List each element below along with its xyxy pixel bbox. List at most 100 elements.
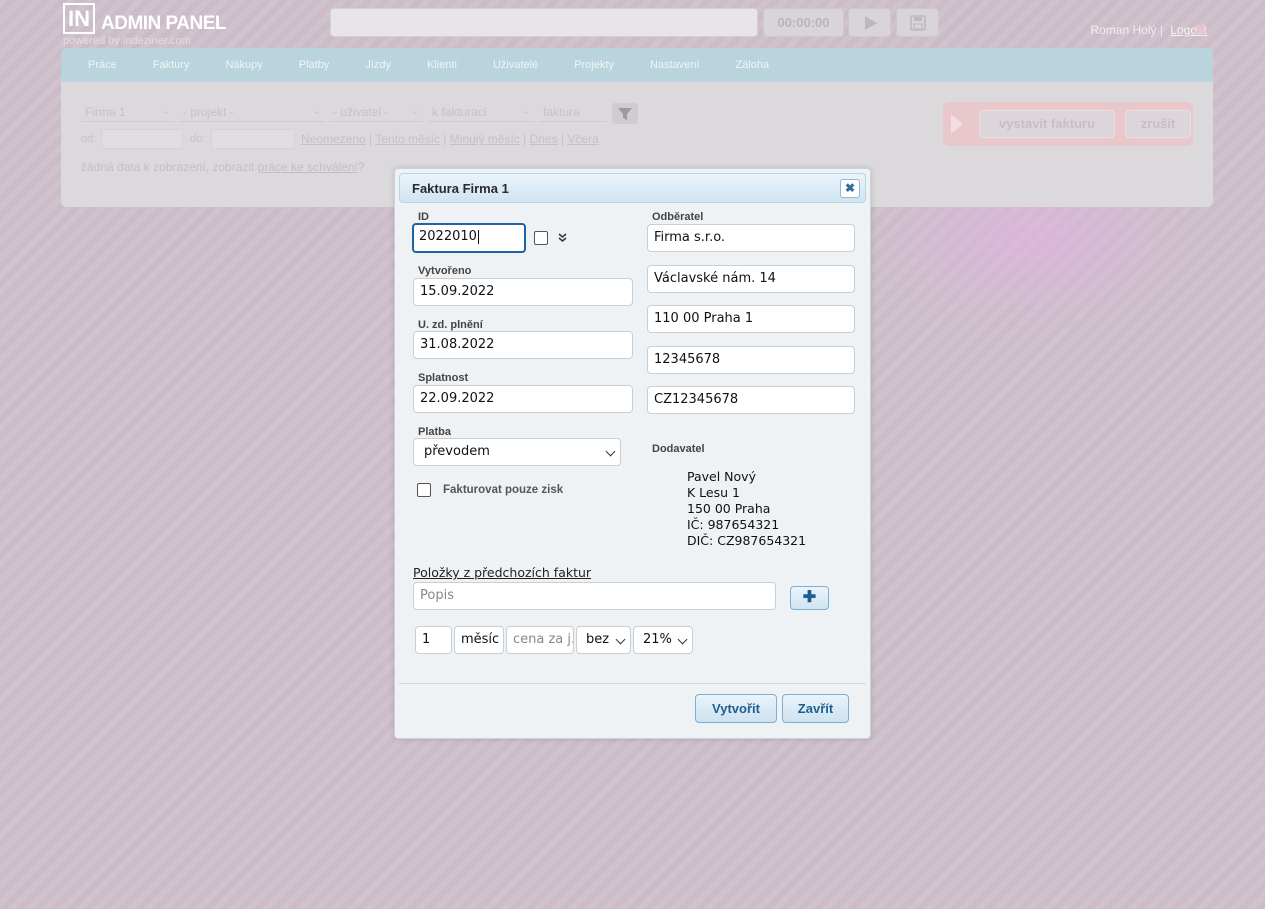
range-link-today[interactable]: Dnes	[530, 132, 558, 146]
filter-button[interactable]	[612, 103, 638, 124]
customer-city-input[interactable]: 110 00 Praha 1	[647, 305, 855, 333]
close-icon: ✖	[844, 181, 856, 195]
dialog-footer-divider	[399, 683, 866, 684]
nav-item-platby[interactable]: Platby	[299, 59, 330, 71]
item-price-input[interactable]: cena za j.	[506, 626, 574, 654]
logo-subtitle: powered by indeziner.com	[63, 35, 191, 47]
dialog-header: Faktura Firma 1 ✖	[399, 173, 866, 203]
range-link-yesterday[interactable]: Včera	[567, 132, 598, 146]
supplier-dic: DIČ: CZ987654321	[687, 533, 807, 548]
chevron-down-icon	[677, 634, 688, 645]
date-range-links: Neomezeno | Tento měsíc | Minulý měsíc |…	[301, 132, 599, 146]
floppy-disk-icon	[909, 14, 926, 31]
dialog-title: Faktura Firma 1	[412, 181, 509, 196]
pending-work-link[interactable]: práce ke schválení	[258, 160, 358, 174]
logout-x-icon[interactable]: ✖	[1193, 22, 1207, 39]
plus-icon: ✚	[802, 589, 817, 606]
supplier-name: Pavel Nový	[687, 469, 756, 484]
add-item-button[interactable]: ✚	[790, 586, 829, 610]
customer-ic-input[interactable]: 12345678	[647, 346, 855, 374]
play-button[interactable]	[848, 8, 891, 37]
project-select-value: - projekt -	[183, 105, 234, 119]
from-date-input[interactable]	[101, 129, 183, 149]
create-button[interactable]: Vytvořit	[695, 694, 777, 723]
profit-only-label[interactable]: Fakturovat pouze zisk	[443, 484, 563, 496]
id-value: 2022010	[419, 229, 477, 244]
id-checkbox[interactable]	[534, 231, 548, 245]
profit-only-checkbox[interactable]	[417, 483, 431, 497]
chevron-down-icon: ⌄	[161, 106, 170, 117]
customer-name-input[interactable]: Firma s.r.o.	[647, 224, 855, 252]
supplier-city: 150 00 Praha	[687, 501, 771, 516]
invoice-action-bar: vystavit fakturu zrušit	[943, 102, 1193, 146]
due-date-input[interactable]: 22.09.2022	[413, 385, 633, 413]
item-description-input[interactable]: Popis	[413, 582, 776, 610]
no-data-message: žádná data k zobrazení, zobrazit práce k…	[81, 160, 365, 174]
play-icon	[864, 15, 877, 30]
text-caret	[477, 229, 479, 244]
payment-label: Platba	[418, 426, 452, 438]
customer-dic-input[interactable]: CZ12345678	[647, 386, 855, 414]
nav-item-nastaveni[interactable]: Nastavení	[650, 59, 700, 71]
nav-item-jizdy[interactable]: Jízdy	[365, 59, 391, 71]
previous-items-link[interactable]: Položky z předchozích faktur	[413, 565, 591, 580]
logo-box: IN	[63, 3, 95, 34]
logo-title: ADMIN PANEL	[101, 13, 227, 34]
supplier-details: Pavel Nový K Lesu 1 150 00 Praha IČ: 987…	[687, 469, 806, 549]
chevron-down-icon: ⌄	[521, 106, 530, 117]
no-data-end: ?	[357, 160, 365, 174]
nav-item-uzivatele[interactable]: Uživatelé	[493, 59, 538, 71]
main-nav: Práce Faktury Nákupy Platby Jízdy Klient…	[61, 48, 1213, 82]
nav-item-nakupy[interactable]: Nákupy	[225, 59, 262, 71]
filter-icon	[618, 107, 632, 120]
company-select-value: Firma 1	[85, 105, 126, 119]
item-quantity-input[interactable]: 1	[415, 626, 452, 654]
vat-mode-select[interactable]: bez	[576, 626, 631, 654]
timer-display: 00:00:00	[763, 8, 844, 37]
vat-rate-select[interactable]: 21%	[633, 626, 693, 654]
chevron-down-icon: ⌄	[312, 106, 321, 117]
supplier-ic: IČ: 987654321	[687, 517, 780, 532]
close-button[interactable]: Zavřít	[782, 694, 849, 723]
to-label: do:	[190, 133, 206, 145]
dialog-close-button[interactable]: ✖	[840, 179, 860, 198]
id-label: ID	[418, 211, 429, 223]
user-select-value: - uživatel -	[333, 105, 389, 119]
double-chevron-down-icon[interactable]	[558, 233, 567, 246]
invoice-filter-input[interactable]: faktura	[539, 102, 607, 122]
to-date-input[interactable]	[211, 129, 295, 149]
vat-rate-value: 21%	[643, 632, 672, 647]
supplier-street: K Lesu 1	[687, 485, 740, 500]
state-select-value: k fakturaci	[432, 105, 487, 119]
id-input[interactable]: 2022010	[412, 223, 526, 253]
due-date-label: Splatnost	[418, 372, 469, 384]
created-label: Vytvořeno	[418, 265, 472, 277]
range-link-unlimited[interactable]: Neomezeno	[301, 132, 366, 146]
no-data-text: žádná data k zobrazení, zobrazit	[81, 160, 258, 174]
range-link-this-month[interactable]: Tento měsíc	[375, 132, 440, 146]
double-chevron-svg	[558, 233, 567, 242]
tax-date-input[interactable]: 31.08.2022	[413, 331, 633, 359]
company-select[interactable]: Firma 1 ⌄	[81, 102, 174, 122]
user-name: Roman Holý |	[1090, 23, 1163, 37]
customer-street-input[interactable]: Václavské nám. 14	[647, 265, 855, 293]
save-timer-button[interactable]	[896, 8, 939, 37]
nav-item-zaloha[interactable]: Záloha	[736, 59, 770, 71]
range-link-last-month[interactable]: Minulý měsíc	[450, 132, 520, 146]
state-select[interactable]: k fakturaci ⌄	[428, 102, 534, 122]
nav-item-klienti[interactable]: Klienti	[427, 59, 457, 71]
payment-select-value: převodem	[424, 444, 490, 459]
created-date-input[interactable]: 15.09.2022	[413, 278, 633, 306]
create-invoice-button[interactable]: vystavit fakturu	[979, 110, 1115, 138]
task-input[interactable]	[330, 8, 758, 37]
nav-item-faktury[interactable]: Faktury	[153, 59, 190, 71]
item-unit-input[interactable]: měsíc	[454, 626, 504, 654]
nav-item-prace[interactable]: Práce	[88, 59, 117, 71]
invoice-filter-placeholder: faktura	[543, 105, 580, 119]
user-select[interactable]: - uživatel - ⌄	[329, 102, 423, 122]
nav-item-projekty[interactable]: Projekty	[574, 59, 614, 71]
cancel-button[interactable]: zrušit	[1125, 110, 1191, 138]
vat-mode-value: bez	[586, 632, 610, 647]
payment-select[interactable]: převodem	[413, 438, 621, 466]
project-select[interactable]: - projekt - ⌄	[179, 102, 325, 122]
